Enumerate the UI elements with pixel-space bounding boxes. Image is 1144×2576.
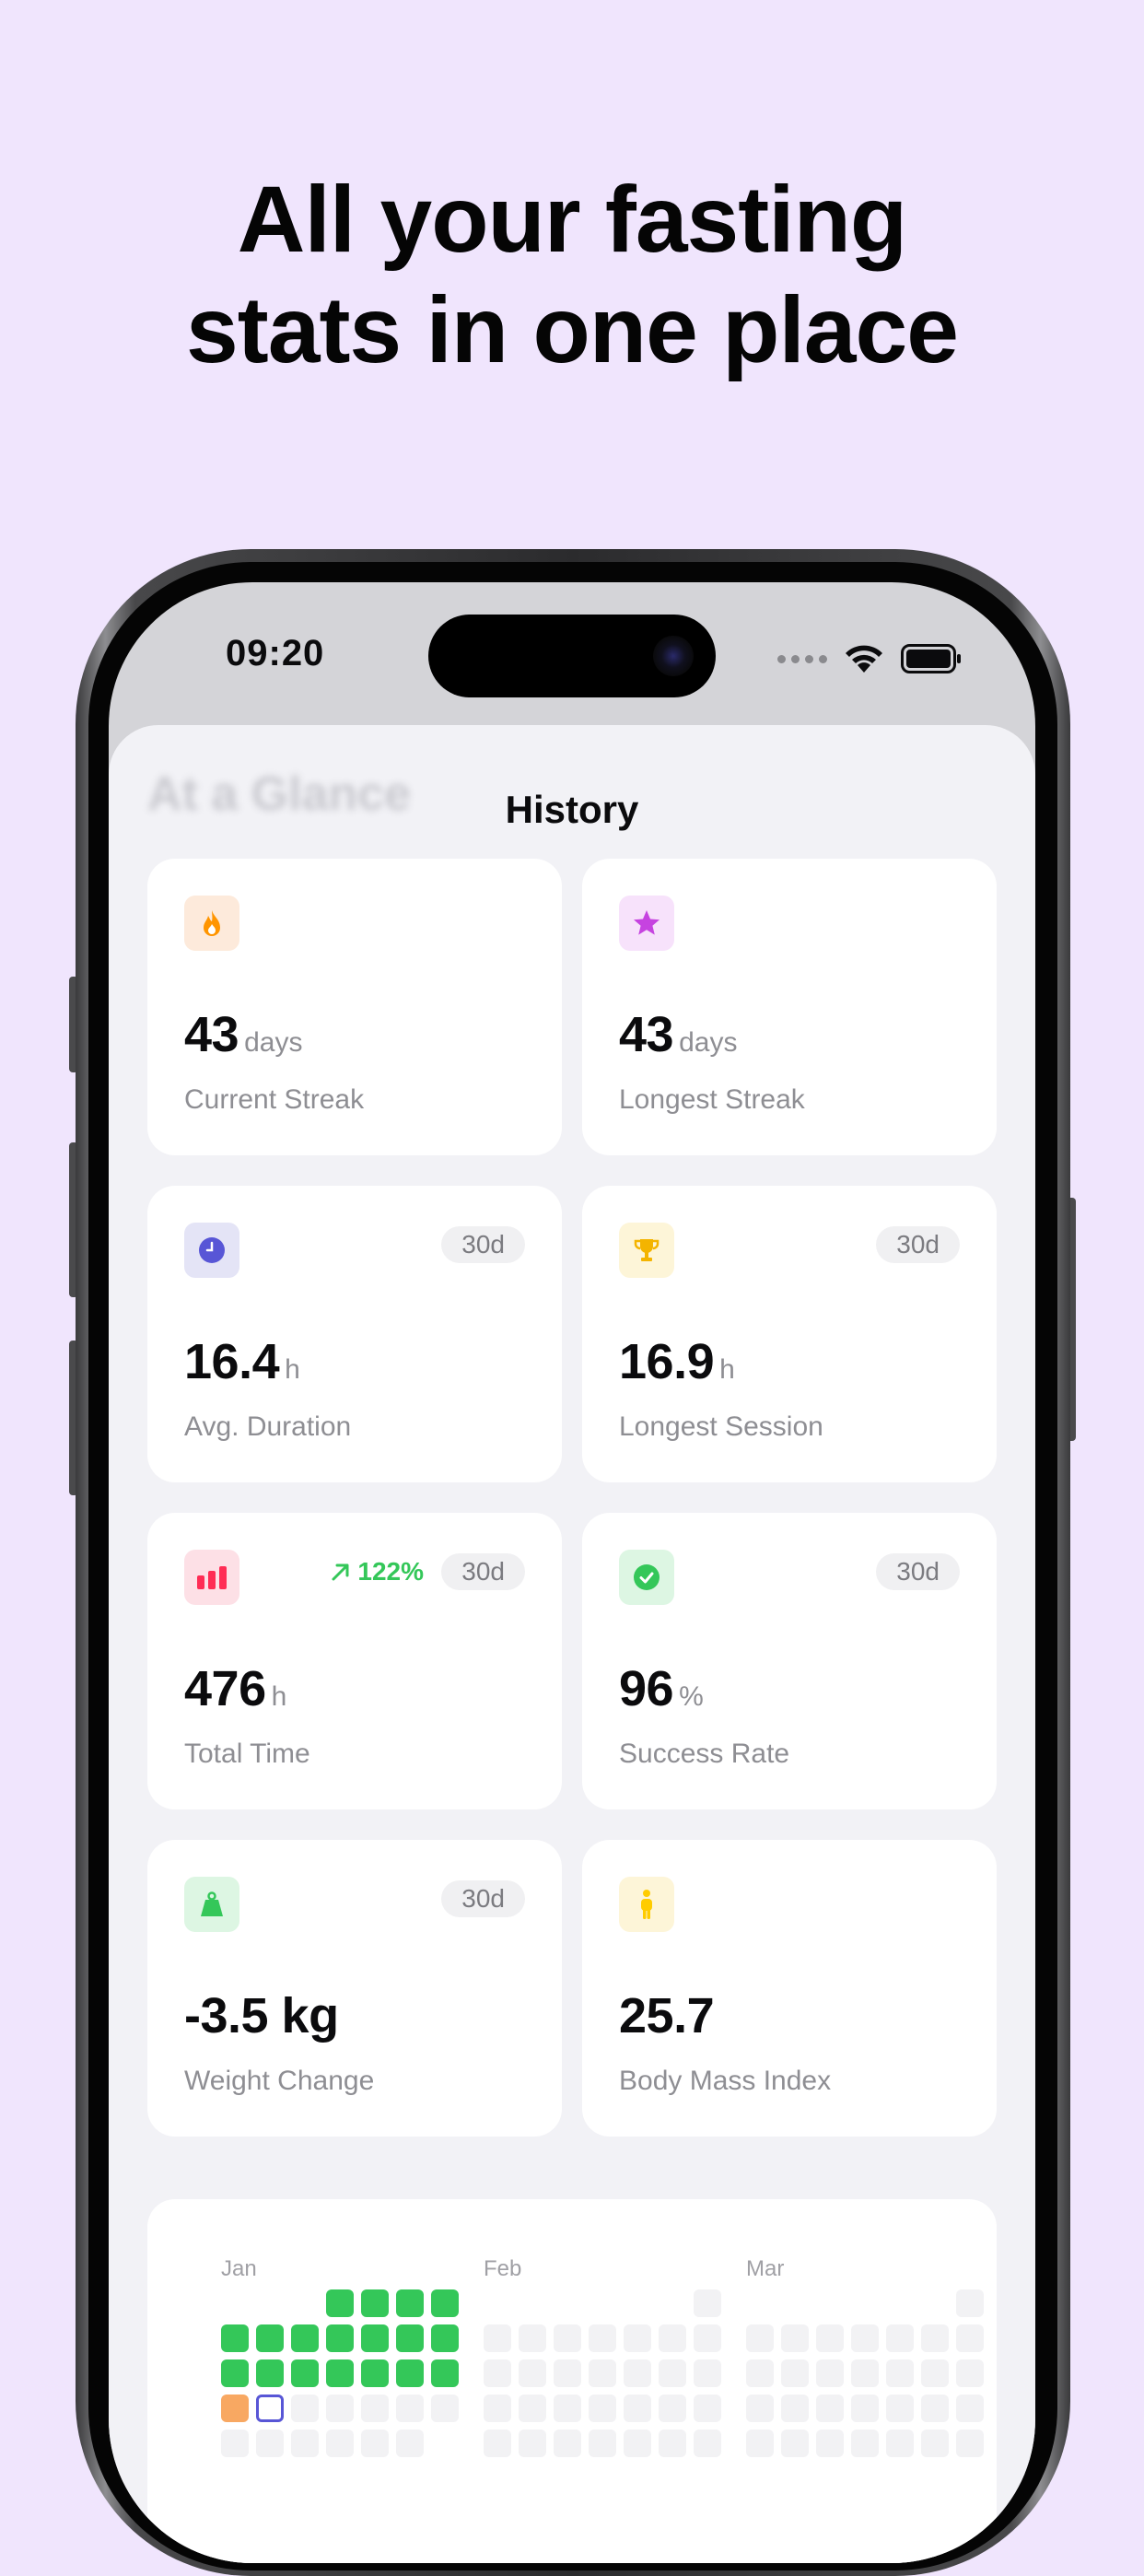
day-cell[interactable]: [291, 2324, 319, 2352]
day-cell[interactable]: [361, 2359, 389, 2387]
stat-number: -3.5 kg: [184, 1988, 339, 2043]
stat-number: 96: [619, 1661, 674, 1716]
stat-label: Current Streak: [184, 1084, 365, 1115]
day-cell[interactable]: [326, 2289, 354, 2317]
stat-value: 476 h: [184, 1660, 286, 1717]
stat-card-weight-change[interactable]: 30d -3.5 kg Weight Change: [147, 1840, 562, 2137]
arrow-up-right-icon: [332, 1563, 349, 1581]
day-cell[interactable]: [396, 2289, 424, 2317]
day-cell[interactable]: [361, 2324, 389, 2352]
stat-unit: h: [271, 1681, 287, 1712]
month-grid-jan: [221, 2289, 459, 2457]
stat-value: 16.4 h: [184, 1333, 300, 1390]
stat-value: 43 days: [184, 1006, 302, 1063]
stat-unit: h: [285, 1354, 300, 1385]
history-sheet: At a Glance History 43 days Current Stre…: [109, 725, 1035, 2563]
status-icons: [777, 643, 962, 674]
stat-unit: days: [244, 1027, 303, 1058]
day-cell[interactable]: [431, 2324, 459, 2352]
wifi-icon: [846, 645, 882, 673]
period-badge[interactable]: 30d: [876, 1553, 960, 1590]
trend-value: 122%: [357, 1557, 424, 1586]
status-time: 09:20: [226, 633, 325, 673]
stat-unit: %: [679, 1681, 704, 1712]
stat-label: Longest Streak: [619, 1084, 805, 1115]
phone-screen: 09:20 At a Glance History 43 days Curren…: [109, 582, 1035, 2563]
flame-icon: [184, 896, 239, 951]
stat-number: 25.7: [619, 1988, 715, 2043]
camera-icon: [653, 636, 694, 676]
stat-card-success-rate[interactable]: 30d 96 % Success Rate: [582, 1513, 997, 1809]
period-badge[interactable]: 30d: [441, 1226, 525, 1263]
nav-title: History: [505, 788, 639, 831]
period-badge[interactable]: 30d: [441, 1880, 525, 1917]
trophy-icon: [619, 1223, 674, 1278]
day-cell[interactable]: [221, 2395, 249, 2422]
stat-label: Weight Change: [184, 2066, 375, 2096]
stat-number: 16.4: [184, 1334, 280, 1389]
day-cell[interactable]: [431, 2289, 459, 2317]
headline-line-2: stats in one place: [186, 277, 959, 382]
stat-number: 43: [619, 1007, 674, 1062]
stat-card-longest-streak[interactable]: 43 days Longest Streak: [582, 859, 997, 1155]
stat-unit: days: [679, 1027, 738, 1058]
stat-card-bmi[interactable]: 25.7 Body Mass Index: [582, 1840, 997, 2137]
checkmark-icon: [619, 1550, 674, 1605]
period-badge[interactable]: 30d: [441, 1553, 525, 1590]
day-cell[interactable]: [396, 2359, 424, 2387]
cellular-dots-icon: [777, 654, 827, 663]
headline: All your fasting stats in one place: [0, 164, 1144, 385]
stat-label: Avg. Duration: [184, 1411, 352, 1442]
stat-number: 16.9: [619, 1334, 715, 1389]
stat-label: Success Rate: [619, 1739, 790, 1769]
stat-card-avg-duration[interactable]: 30d 16.4 h Avg. Duration: [147, 1186, 562, 1482]
stat-label: Total Time: [184, 1739, 310, 1769]
day-cell[interactable]: [326, 2359, 354, 2387]
trend-indicator: 122%: [330, 1553, 424, 1590]
star-icon: [619, 896, 674, 951]
clock-icon: [184, 1223, 239, 1278]
stat-card-longest-session[interactable]: 30d 16.9 h Longest Session: [582, 1186, 997, 1482]
fasting-calendar: Jan Feb Mar: [147, 2199, 997, 2563]
period-badge[interactable]: 30d: [876, 1226, 960, 1263]
stat-value: 25.7: [619, 1987, 719, 2044]
month-grid-mar: [746, 2289, 984, 2457]
day-cell-selected[interactable]: [256, 2395, 284, 2422]
day-cell[interactable]: [326, 2324, 354, 2352]
day-cell[interactable]: [431, 2359, 459, 2387]
bar-chart-icon: [184, 1550, 239, 1605]
stat-value: 16.9 h: [619, 1333, 735, 1390]
stat-value: -3.5 kg: [184, 1987, 344, 2044]
day-cell[interactable]: [396, 2324, 424, 2352]
person-icon: [619, 1877, 674, 1932]
month-label-feb: Feb: [484, 2256, 522, 2281]
day-cell[interactable]: [361, 2289, 389, 2317]
scale-icon: [184, 1877, 239, 1932]
stat-card-current-streak[interactable]: 43 days Current Streak: [147, 859, 562, 1155]
month-label-jan: Jan: [221, 2256, 257, 2281]
day-cell[interactable]: [256, 2359, 284, 2387]
stat-number: 43: [184, 1007, 239, 1062]
stat-unit: h: [719, 1354, 735, 1385]
day-cell[interactable]: [221, 2324, 249, 2352]
stat-label: Longest Session: [619, 1411, 823, 1442]
day-cell[interactable]: [291, 2359, 319, 2387]
stat-value: 96 %: [619, 1660, 704, 1717]
stat-card-total-time[interactable]: 122% 30d 476 h Total Time: [147, 1513, 562, 1809]
stat-number: 476: [184, 1661, 266, 1716]
headline-line-1: All your fasting: [237, 167, 907, 272]
stat-label: Body Mass Index: [619, 2066, 832, 2096]
day-cell[interactable]: [256, 2324, 284, 2352]
month-grid-feb: [484, 2289, 721, 2457]
battery-icon: [901, 644, 961, 673]
dynamic-island: [428, 615, 716, 697]
day-cell[interactable]: [221, 2359, 249, 2387]
month-label-mar: Mar: [746, 2256, 785, 2281]
stat-value: 43 days: [619, 1006, 737, 1063]
